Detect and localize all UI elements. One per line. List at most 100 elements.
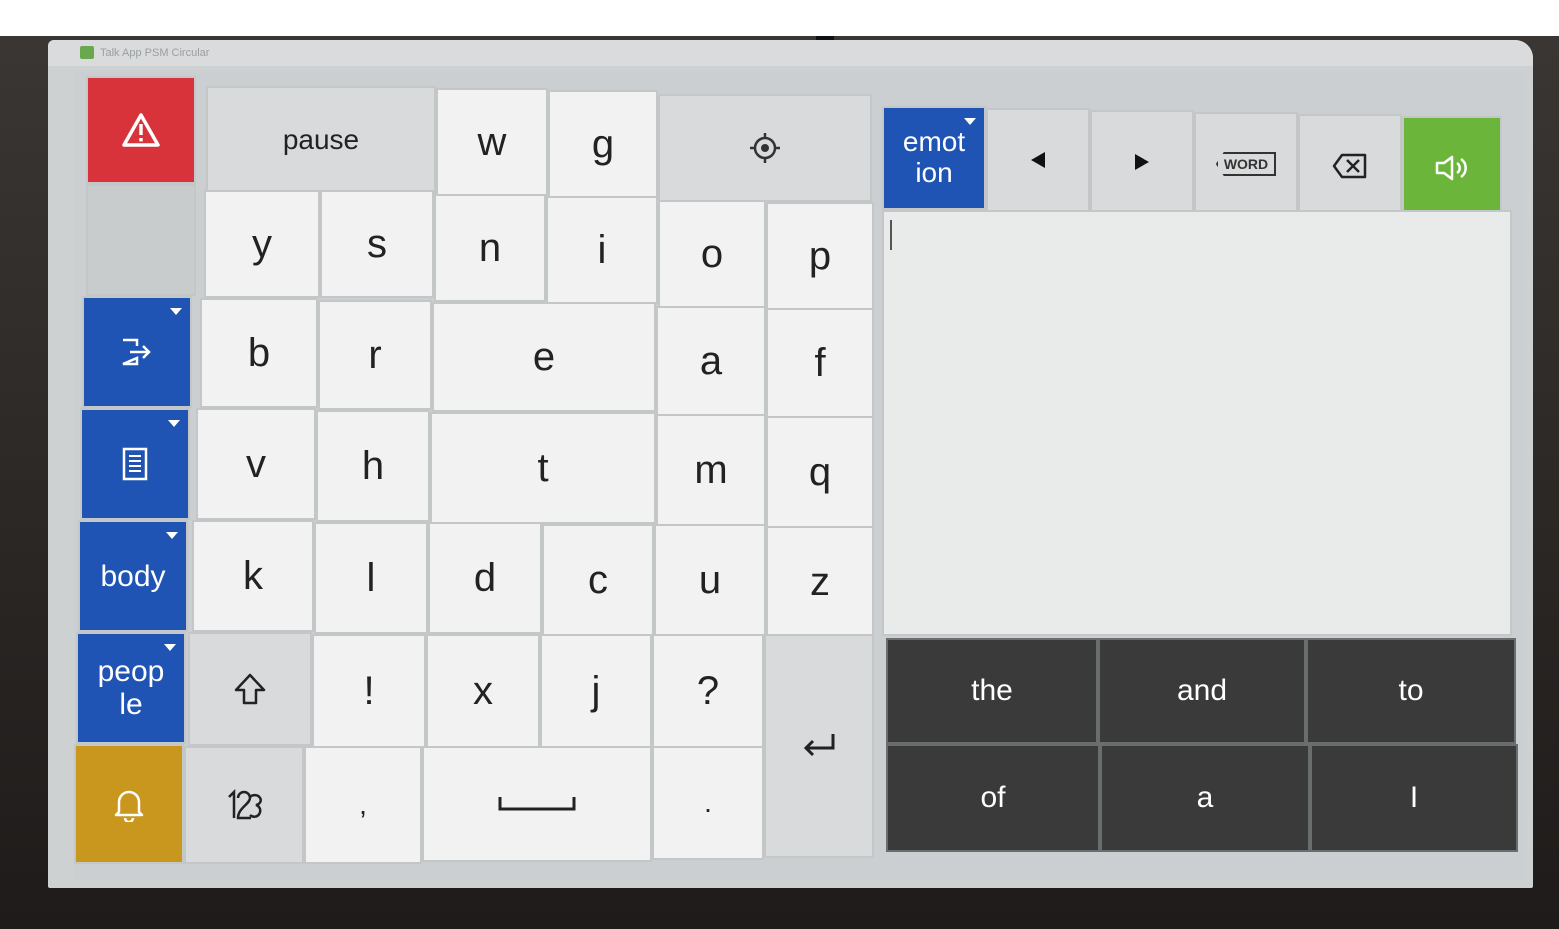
- exit-button[interactable]: [82, 296, 192, 408]
- bell-icon: [112, 786, 146, 822]
- prediction-button[interactable]: I: [1310, 744, 1518, 852]
- window-title: Talk App PSM Circular: [100, 47, 210, 59]
- key-k[interactable]: k: [192, 520, 314, 632]
- speaker-icon: [1434, 154, 1470, 182]
- prediction-button[interactable]: and: [1098, 638, 1306, 744]
- speak-button[interactable]: [1402, 116, 1502, 220]
- key-x[interactable]: x: [426, 634, 540, 748]
- key-p[interactable]: p: [766, 202, 874, 310]
- key-m[interactable]: m: [656, 414, 766, 526]
- delete-word-button[interactable]: WORD: [1194, 112, 1298, 216]
- key-comma[interactable]: ,: [304, 746, 422, 864]
- bell-button[interactable]: [74, 744, 184, 864]
- key-label: t: [537, 445, 549, 490]
- dropdown-indicator: [166, 532, 178, 539]
- word-label: WORD: [1223, 156, 1269, 172]
- key-label: z: [810, 559, 830, 604]
- key-o[interactable]: o: [658, 200, 766, 308]
- shift-key[interactable]: [188, 632, 312, 746]
- key-y[interactable]: y: [204, 190, 320, 298]
- cursor-left-button[interactable]: [986, 108, 1090, 212]
- category-people-label: peop le: [97, 655, 165, 721]
- key-label: k: [243, 553, 263, 598]
- pause-button[interactable]: pause: [206, 86, 436, 194]
- key-e[interactable]: e: [432, 302, 656, 412]
- prediction-button[interactable]: of: [886, 744, 1100, 852]
- document-button[interactable]: [80, 408, 190, 520]
- key-i[interactable]: i: [546, 196, 658, 304]
- key-l[interactable]: l: [314, 522, 428, 634]
- key-label: q: [808, 449, 832, 494]
- key-label: g: [591, 121, 615, 166]
- dropdown-indicator: [964, 118, 976, 125]
- message-text-area[interactable]: [882, 210, 1512, 636]
- key-label: s: [367, 221, 387, 266]
- key-c[interactable]: c: [542, 524, 654, 636]
- category-body-label: body: [100, 559, 166, 593]
- cursor-right-button[interactable]: [1090, 110, 1194, 214]
- crosshair-icon: [750, 133, 780, 163]
- prediction-label: I: [1409, 781, 1419, 814]
- numbers-key[interactable]: [184, 746, 304, 864]
- backspace-button[interactable]: [1298, 114, 1402, 218]
- document-icon: [121, 447, 149, 481]
- dropdown-indicator: [164, 644, 176, 651]
- key-period[interactable]: .: [652, 746, 764, 860]
- key-label: y: [252, 221, 272, 266]
- warning-triangle-icon: [121, 112, 161, 148]
- key-label: w: [477, 119, 507, 164]
- key-q[interactable]: q: [766, 416, 874, 528]
- key-label: b: [247, 330, 271, 375]
- alert-button[interactable]: [86, 76, 196, 184]
- key-n[interactable]: n: [434, 194, 546, 302]
- text-caret: [890, 220, 892, 250]
- emotion-button[interactable]: emot ion: [882, 106, 986, 210]
- key-s[interactable]: s: [320, 190, 434, 298]
- key-b[interactable]: b: [200, 298, 318, 408]
- shift-arrow-icon: [233, 672, 267, 706]
- key-label: u: [698, 557, 722, 602]
- key-exclamation[interactable]: !: [312, 634, 426, 748]
- emotion-label: emot ion: [902, 126, 966, 188]
- backspace-icon: [1332, 153, 1368, 179]
- category-body-button[interactable]: body: [78, 520, 188, 632]
- key-label: o: [700, 231, 724, 276]
- enter-key[interactable]: [764, 634, 874, 858]
- key-v[interactable]: v: [196, 408, 316, 520]
- word-badge: WORD: [1215, 152, 1277, 176]
- key-label: v: [246, 441, 266, 486]
- key-a[interactable]: a: [656, 306, 766, 416]
- key-question[interactable]: ?: [652, 634, 764, 748]
- key-h[interactable]: h: [316, 410, 430, 522]
- category-people-button[interactable]: peop le: [76, 632, 186, 744]
- key-z[interactable]: z: [766, 526, 874, 638]
- space-key[interactable]: [422, 746, 652, 862]
- numbers-123-icon: [224, 787, 264, 823]
- key-f[interactable]: f: [766, 308, 874, 418]
- prediction-button[interactable]: to: [1306, 638, 1516, 744]
- prediction-label: the: [971, 674, 1013, 707]
- prediction-button[interactable]: a: [1100, 744, 1310, 852]
- key-j[interactable]: j: [540, 634, 652, 748]
- key-r[interactable]: r: [318, 300, 432, 410]
- prediction-label: to: [1398, 674, 1424, 707]
- key-t[interactable]: t: [430, 412, 656, 524]
- exit-door-icon: [120, 337, 154, 367]
- space-bar-icon: [497, 795, 577, 813]
- enter-return-icon: [801, 732, 837, 760]
- key-label: x: [473, 668, 493, 713]
- window-titlebar: Talk App PSM Circular: [48, 40, 1533, 66]
- key-label: a: [699, 338, 723, 383]
- locate-button[interactable]: [658, 94, 872, 202]
- key-label: r: [368, 332, 382, 377]
- arrow-right-icon: [1133, 152, 1151, 172]
- key-u[interactable]: u: [654, 524, 766, 636]
- key-w[interactable]: w: [436, 88, 548, 196]
- key-d[interactable]: d: [428, 522, 542, 634]
- arrow-left-icon: [1029, 150, 1047, 170]
- prediction-button[interactable]: the: [886, 638, 1098, 744]
- prediction-label: of: [980, 781, 1006, 814]
- key-label: ,: [359, 789, 367, 820]
- key-label: .: [704, 787, 712, 818]
- key-g[interactable]: g: [548, 90, 658, 198]
